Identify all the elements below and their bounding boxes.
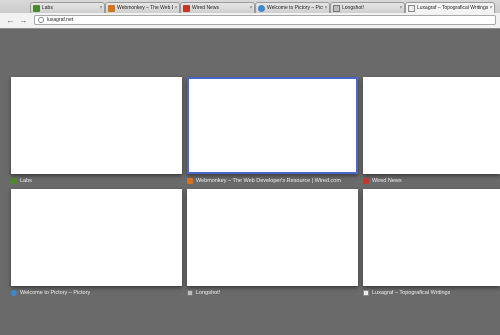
webmonkey-icon bbox=[187, 178, 193, 184]
tab-labs[interactable]: Labs × bbox=[30, 2, 105, 13]
close-icon[interactable]: × bbox=[248, 5, 254, 12]
thumbnail-label[interactable]: Luxagraf – Topografical Writings bbox=[372, 289, 450, 297]
pictory-icon bbox=[258, 4, 265, 12]
longshot-icon bbox=[187, 290, 193, 296]
globe-icon bbox=[38, 17, 44, 23]
luxagraf-icon bbox=[408, 5, 415, 12]
thumbnail-preview[interactable] bbox=[363, 77, 500, 174]
url-text[interactable]: luxagraf.net bbox=[47, 16, 73, 24]
tab-pictory[interactable]: Welcome to Pictory – Pictory × bbox=[255, 2, 330, 13]
close-icon[interactable]: × bbox=[173, 5, 179, 12]
back-arrow-icon[interactable]: ← bbox=[6, 16, 15, 25]
thumbnail-caption: Webmonkey – The Web Developer's Resource… bbox=[187, 176, 358, 186]
new-tab-page: Labs Webmonkey – The Web Developer's Res… bbox=[0, 29, 500, 335]
thumbnail-preview[interactable] bbox=[187, 189, 358, 286]
labs-icon bbox=[33, 4, 40, 12]
luxagraf-icon bbox=[363, 290, 369, 296]
thumbnail-preview[interactable] bbox=[363, 189, 500, 286]
tab-longshot[interactable]: Longshot! × bbox=[330, 2, 405, 13]
toolbar: ← → luxagraf.net bbox=[0, 13, 500, 28]
wired-icon bbox=[363, 178, 369, 184]
close-icon[interactable]: × bbox=[323, 5, 329, 12]
thumbnail-preview[interactable] bbox=[11, 189, 182, 286]
pictory-icon bbox=[11, 290, 17, 296]
forward-arrow-icon[interactable]: → bbox=[19, 16, 28, 25]
close-icon[interactable]: × bbox=[398, 5, 404, 12]
thumbnail-longshot[interactable]: Longshot! bbox=[187, 189, 358, 302]
thumbnail-caption: Labs bbox=[11, 176, 182, 186]
webmonkey-icon bbox=[108, 4, 115, 12]
thumbnail-caption: Wired News bbox=[363, 176, 500, 186]
thumbnail-preview[interactable] bbox=[187, 77, 358, 174]
address-bar[interactable]: luxagraf.net bbox=[34, 15, 496, 25]
thumbnail-webmonkey[interactable]: Webmonkey – The Web Developer's Resource… bbox=[187, 77, 358, 190]
labs-icon bbox=[11, 178, 17, 184]
tab-title: Luxagraf – Topografical Writings bbox=[417, 5, 488, 11]
thumbnail-caption: Luxagraf – Topografical Writings bbox=[363, 288, 500, 298]
thumbnail-wired-news[interactable]: Wired News bbox=[363, 77, 500, 190]
tab-title: Webmonkey – The Web Developer's Resource bbox=[117, 4, 173, 11]
thumbnail-label[interactable]: Labs bbox=[20, 177, 32, 185]
thumbnail-label[interactable]: Welcome to Pictory – Pictory bbox=[20, 289, 90, 297]
close-icon[interactable]: × bbox=[488, 5, 494, 12]
thumbnail-label[interactable]: Longshot! bbox=[196, 289, 220, 297]
thumbnail-caption: Longshot! bbox=[187, 288, 358, 298]
wired-icon bbox=[183, 4, 190, 12]
browser-chrome: Labs × Webmonkey – The Web Developer's R… bbox=[0, 0, 500, 29]
tab-title: Labs bbox=[42, 4, 53, 11]
tab-wired-news[interactable]: Wired News × bbox=[180, 2, 255, 13]
thumbnail-pictory[interactable]: Welcome to Pictory – Pictory bbox=[11, 189, 182, 302]
close-icon[interactable]: × bbox=[98, 5, 104, 12]
tab-strip: Labs × Webmonkey – The Web Developer's R… bbox=[0, 0, 500, 14]
thumbnail-labs[interactable]: Labs bbox=[11, 77, 182, 190]
tab-title: Wired News bbox=[192, 4, 219, 11]
thumbnail-preview[interactable] bbox=[11, 77, 182, 174]
longshot-icon bbox=[333, 4, 340, 12]
tab-title: Longshot! bbox=[342, 4, 364, 11]
thumbnail-label[interactable]: Webmonkey – The Web Developer's Resource… bbox=[196, 177, 341, 185]
thumbnail-luxagraf[interactable]: Luxagraf – Topografical Writings bbox=[363, 189, 500, 302]
tab-title: Welcome to Pictory – Pictory bbox=[267, 4, 323, 11]
tab-webmonkey[interactable]: Webmonkey – The Web Developer's Resource… bbox=[105, 2, 180, 13]
thumbnail-label[interactable]: Wired News bbox=[372, 177, 402, 185]
thumbnail-caption: Welcome to Pictory – Pictory bbox=[11, 288, 182, 298]
